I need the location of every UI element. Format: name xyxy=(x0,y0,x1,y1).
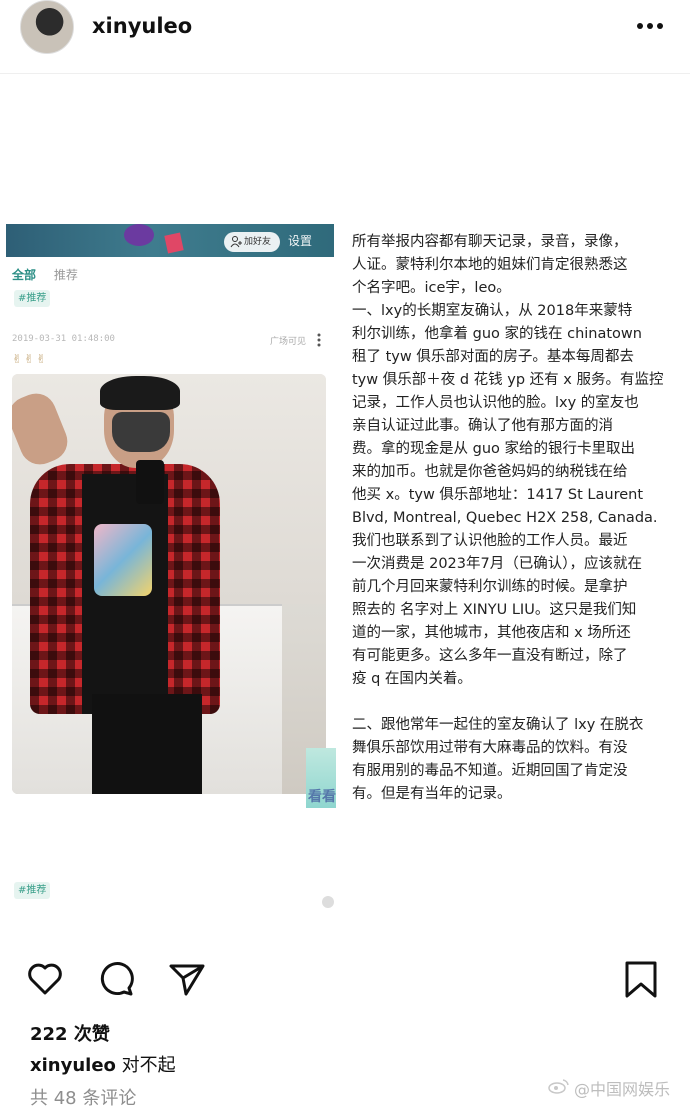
post-timestamp: 2019-03-31 01:48:00 xyxy=(12,334,115,344)
report-line: 他买 x。tyw 俱乐部地址：1417 St Laurent xyxy=(352,487,644,503)
report-line: 有可能更多。这么多年一直没有断过，除了 xyxy=(352,648,628,664)
report-line: 亲自认证过此事。确认了他有那方面的消 xyxy=(352,418,613,434)
watermark: @中国网娱乐 xyxy=(574,1080,671,1099)
report-paragraph-2: 二、跟他常年一起住的室友确认了 lxy 在脱衣 舞俱乐部饮用过带有大麻毒品的饮料。… xyxy=(352,714,687,806)
person-hair xyxy=(100,376,180,410)
caption: xinyuleo 对不起 xyxy=(30,1051,176,1077)
report-line: 一次消费是 2023年7月（已确认），应该就在 xyxy=(352,556,642,572)
add-friend-label: 加好友 xyxy=(244,237,272,247)
caption-text: 对不起 xyxy=(115,1055,176,1076)
report-line: 来的加币。也就是你爸爸妈妈的纳税钱在给 xyxy=(352,464,628,480)
face-mask xyxy=(112,412,170,452)
weibo-logo-icon xyxy=(548,1079,569,1094)
sticker-text: 看看 xyxy=(308,789,336,805)
report-line: 二、跟他常年一起住的室友确认了 lxy 在脱衣 xyxy=(352,717,644,733)
report-line: 租了 tyw 俱乐部对面的房子。基本每周都去 xyxy=(352,349,634,365)
pants xyxy=(92,694,202,794)
bookmark-icon[interactable] xyxy=(620,958,662,1000)
report-line: 人证。蒙特利尔本地的姐妹们肯定很熟悉这 xyxy=(352,257,628,273)
report-line: 照去的 名字对上 XINYU LIU。这只是我们知 xyxy=(352,602,637,618)
post-image: 加好友 设置 全部 推荐 #推荐 2019-03-31 01:48:00 广场可… xyxy=(0,74,690,944)
visibility-label: 广场可见 xyxy=(270,337,307,347)
report-line: 记录，工作人员也认识他的脸。lxy 的室友也 xyxy=(352,395,639,411)
view-comments-link[interactable]: 共 48 条评论 xyxy=(30,1084,136,1106)
emoji-row: ✌✌✌ xyxy=(12,352,49,366)
feed-tabs: 全部 推荐 xyxy=(12,266,78,283)
report-line: 疫 q 在国内关着。 xyxy=(352,671,472,687)
report-line: 所有举报内容都有聊天记录，录音，录像， xyxy=(352,234,628,250)
settings-label: 设置 xyxy=(288,234,313,248)
send-icon[interactable] xyxy=(166,958,208,1000)
recommend-tag: #推荐 xyxy=(14,290,51,307)
report-line: 有服用别的毒品不知道。近期回国了肯定没 xyxy=(352,763,628,779)
tab-recommend: 推荐 xyxy=(53,268,78,282)
post-header: xinyuleo xyxy=(0,0,690,74)
report-paragraph-1: 所有举报内容都有聊天记录，录音，录像， 人证。蒙特利尔本地的姐妹们肯定很熟悉这 个名… xyxy=(352,231,687,691)
comment-icon[interactable] xyxy=(96,958,138,1000)
action-bar xyxy=(0,948,690,1008)
banner-decoration xyxy=(124,224,154,246)
more-horizontal-icon[interactable] xyxy=(630,6,670,46)
report-line: 舞俱乐部饮用过带有大麻毒品的饮料。有没 xyxy=(352,740,628,756)
tab-all: 全部 xyxy=(12,268,37,282)
report-text: 所有举报内容都有聊天记录，录音，录像， 人证。蒙特利尔本地的姐妹们肯定很熟悉这 个名… xyxy=(352,231,687,829)
phone xyxy=(136,460,164,504)
caption-username[interactable]: xinyuleo xyxy=(30,1055,116,1076)
mirror-selfie-photo xyxy=(12,374,326,794)
corner-dot xyxy=(322,896,334,908)
tshirt-print xyxy=(94,524,152,596)
embedded-screenshot: 加好友 设置 全部 推荐 #推荐 2019-03-31 01:48:00 广场可… xyxy=(6,224,338,924)
add-friend-button: 加好友 xyxy=(224,232,280,252)
report-line: Blvd, Montreal, Quebec H2X 258, Canada. xyxy=(352,510,658,526)
report-line: 一、lxy的长期室友确认，从 2018年来蒙特 xyxy=(352,303,633,319)
report-line: 我们也联系到了认识他脸的工作人员。最近 xyxy=(352,533,628,549)
report-line: 个名字吧。ice宇，leo。 xyxy=(352,280,511,296)
header-username[interactable]: xinyuleo xyxy=(92,14,192,38)
report-line: 前几个月回来蒙特利尔训练的时候。是拿护 xyxy=(352,579,628,595)
avatar[interactable] xyxy=(20,0,74,54)
add-user-icon xyxy=(230,236,242,248)
more-vertical-icon xyxy=(317,333,321,347)
report-line: tyw 俱乐部＋夜 d 花钱 yp 还有 x 服务。有监控 xyxy=(352,372,664,388)
report-line: 道的一家，其他城市，其他夜店和 x 场所还 xyxy=(352,625,631,641)
report-line: 有。但是有当年的记录。 xyxy=(352,786,512,802)
report-line: 费。拿的现金是从 guo 家给的银行卡里取出 xyxy=(352,441,635,457)
red-envelope-icon xyxy=(164,232,184,254)
profile-banner: 加好友 设置 xyxy=(6,224,334,257)
report-line: 利尔训练，他拿着 guo 家的钱在 chinatown xyxy=(352,326,642,342)
recommend-tag-bottom: #推荐 xyxy=(14,882,51,899)
heart-icon[interactable] xyxy=(24,958,66,1000)
like-count[interactable]: 222 次赞 xyxy=(30,1020,110,1046)
